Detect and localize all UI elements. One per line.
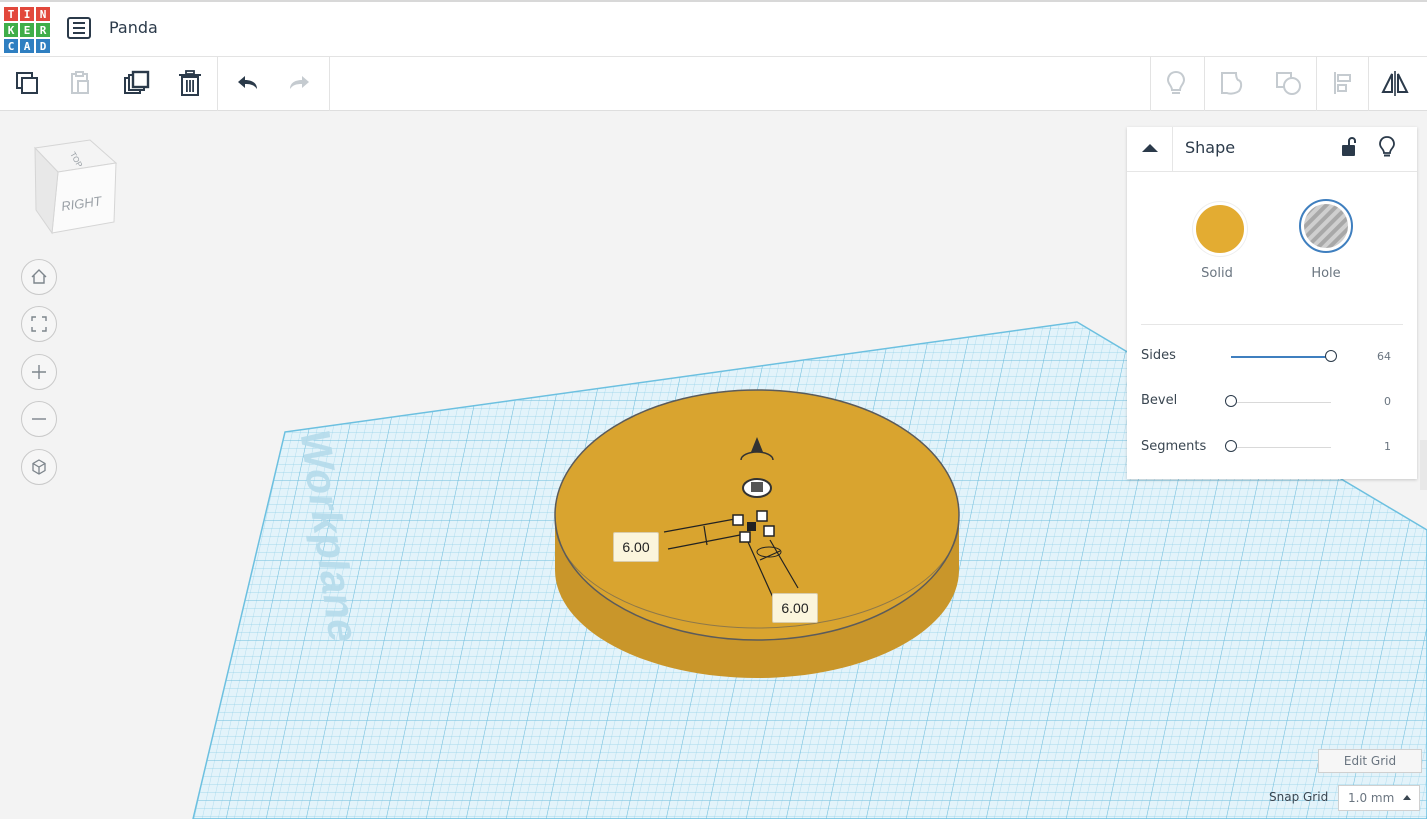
view-cube[interactable]: RIGHT TOP bbox=[33, 139, 118, 235]
duplicate-icon bbox=[124, 70, 150, 94]
zoom-in-button[interactable] bbox=[21, 354, 57, 390]
group-icon bbox=[1221, 72, 1243, 95]
segments-value[interactable]: 1 bbox=[1363, 440, 1391, 453]
list-icon-line bbox=[73, 22, 85, 24]
bevel-slider[interactable] bbox=[1225, 395, 1331, 407]
toolbar-divider bbox=[1204, 57, 1205, 111]
fit-view-icon bbox=[31, 316, 47, 332]
header-divider bbox=[1172, 127, 1173, 171]
hole-stripes-icon bbox=[1304, 204, 1348, 248]
lightbulb-icon bbox=[1166, 70, 1186, 94]
fit-view-button[interactable] bbox=[21, 306, 57, 342]
copy-icon bbox=[16, 72, 38, 94]
redo-icon bbox=[290, 76, 309, 89]
segments-label: Segments bbox=[1141, 439, 1207, 454]
paste-button[interactable] bbox=[62, 65, 98, 101]
dimension-label[interactable]: 6.00 bbox=[772, 593, 818, 623]
zoom-out-button[interactable] bbox=[21, 401, 57, 437]
copy-button[interactable] bbox=[9, 65, 45, 101]
undo-icon bbox=[238, 76, 257, 89]
unlock-icon bbox=[1342, 137, 1356, 156]
triangle-up-icon bbox=[1142, 144, 1158, 152]
redo-button[interactable] bbox=[282, 65, 318, 101]
logo-letter: E bbox=[19, 22, 35, 38]
solid-label: Solid bbox=[1201, 266, 1233, 281]
toolbar-divider bbox=[217, 57, 218, 111]
resize-handle[interactable] bbox=[763, 525, 775, 537]
paste-icon bbox=[71, 71, 89, 94]
align-button[interactable] bbox=[1325, 65, 1361, 101]
ungroup-button[interactable] bbox=[1270, 65, 1306, 101]
tinkercad-logo[interactable]: T I N K E R C A D bbox=[3, 6, 51, 54]
logo-letter: R bbox=[35, 22, 51, 38]
hide-button[interactable] bbox=[1377, 135, 1397, 159]
bevel-slider-thumb[interactable] bbox=[1225, 395, 1237, 407]
collapse-panel-button[interactable] bbox=[1139, 137, 1161, 159]
logo-letter: K bbox=[3, 22, 19, 38]
inspector-title: Shape bbox=[1185, 138, 1236, 157]
top-bar: T I N K E R C A D Panda bbox=[0, 0, 1427, 56]
resize-handle[interactable] bbox=[732, 514, 744, 526]
inspector-header: Shape bbox=[1127, 127, 1417, 172]
design-title[interactable]: Panda bbox=[109, 18, 158, 37]
resize-handle[interactable] bbox=[739, 531, 751, 543]
segments-slider-thumb[interactable] bbox=[1225, 440, 1237, 452]
bevel-value[interactable]: 0 bbox=[1363, 395, 1391, 408]
logo-letter: T bbox=[3, 6, 19, 22]
snap-grid-select[interactable]: 1.0 mm bbox=[1338, 785, 1420, 811]
lightbulb-icon bbox=[1379, 136, 1395, 157]
resize-handle[interactable] bbox=[756, 510, 768, 522]
duplicate-button[interactable] bbox=[118, 65, 154, 101]
group-button[interactable] bbox=[1214, 65, 1250, 101]
perspective-button[interactable] bbox=[21, 449, 57, 485]
logo-letter: N bbox=[35, 6, 51, 22]
plus-icon bbox=[32, 365, 46, 379]
sides-slider-thumb[interactable] bbox=[1325, 350, 1337, 362]
toolbar-divider bbox=[1368, 57, 1369, 111]
shape-inspector: Shape Solid Hole Sides 64 Bevel 0 Segmen… bbox=[1127, 127, 1417, 479]
home-view-button[interactable] bbox=[21, 259, 57, 295]
trash-icon bbox=[179, 70, 201, 96]
logo-letter: C bbox=[3, 38, 19, 54]
undo-button[interactable] bbox=[229, 65, 265, 101]
logo-letter: D bbox=[35, 38, 51, 54]
logo-letter: I bbox=[19, 6, 35, 22]
dimension-label[interactable]: 6.00 bbox=[613, 532, 659, 562]
sides-value[interactable]: 64 bbox=[1363, 350, 1391, 363]
mirror-icon bbox=[1381, 71, 1409, 96]
snap-grid-label: Snap Grid bbox=[1269, 790, 1329, 804]
edit-grid-button[interactable]: Edit Grid bbox=[1318, 749, 1422, 773]
show-all-button[interactable] bbox=[1158, 65, 1194, 101]
list-icon-line bbox=[73, 27, 85, 29]
lock-button[interactable] bbox=[1339, 135, 1359, 159]
align-icon bbox=[1334, 72, 1351, 94]
hole-label: Hole bbox=[1311, 266, 1341, 281]
hole-swatch[interactable] bbox=[1299, 199, 1353, 253]
toolbar-divider bbox=[1150, 57, 1151, 111]
cube-icon bbox=[32, 459, 46, 475]
toolbar-divider bbox=[1316, 57, 1317, 111]
side-panel-tab[interactable] bbox=[1420, 440, 1427, 490]
caret-up-icon bbox=[1403, 795, 1411, 800]
design-menu-button[interactable] bbox=[67, 17, 91, 39]
delete-button[interactable] bbox=[172, 65, 208, 101]
snap-grid-value: 1.0 mm bbox=[1348, 791, 1395, 805]
edit-toolbar bbox=[0, 56, 1427, 111]
bevel-label: Bevel bbox=[1141, 393, 1178, 408]
solid-color-swatch[interactable] bbox=[1193, 202, 1247, 256]
home-icon bbox=[31, 269, 47, 284]
sides-slider[interactable] bbox=[1231, 350, 1337, 362]
segments-slider[interactable] bbox=[1225, 440, 1331, 452]
logo-letter: A bbox=[19, 38, 35, 54]
sides-label: Sides bbox=[1141, 348, 1176, 363]
panel-divider bbox=[1141, 324, 1403, 325]
list-icon-line bbox=[73, 32, 85, 34]
minus-icon bbox=[32, 418, 46, 420]
mirror-button[interactable] bbox=[1377, 65, 1413, 101]
sides-slider-fill bbox=[1231, 356, 1331, 358]
ungroup-icon bbox=[1276, 72, 1301, 95]
toolbar-divider bbox=[329, 57, 330, 111]
